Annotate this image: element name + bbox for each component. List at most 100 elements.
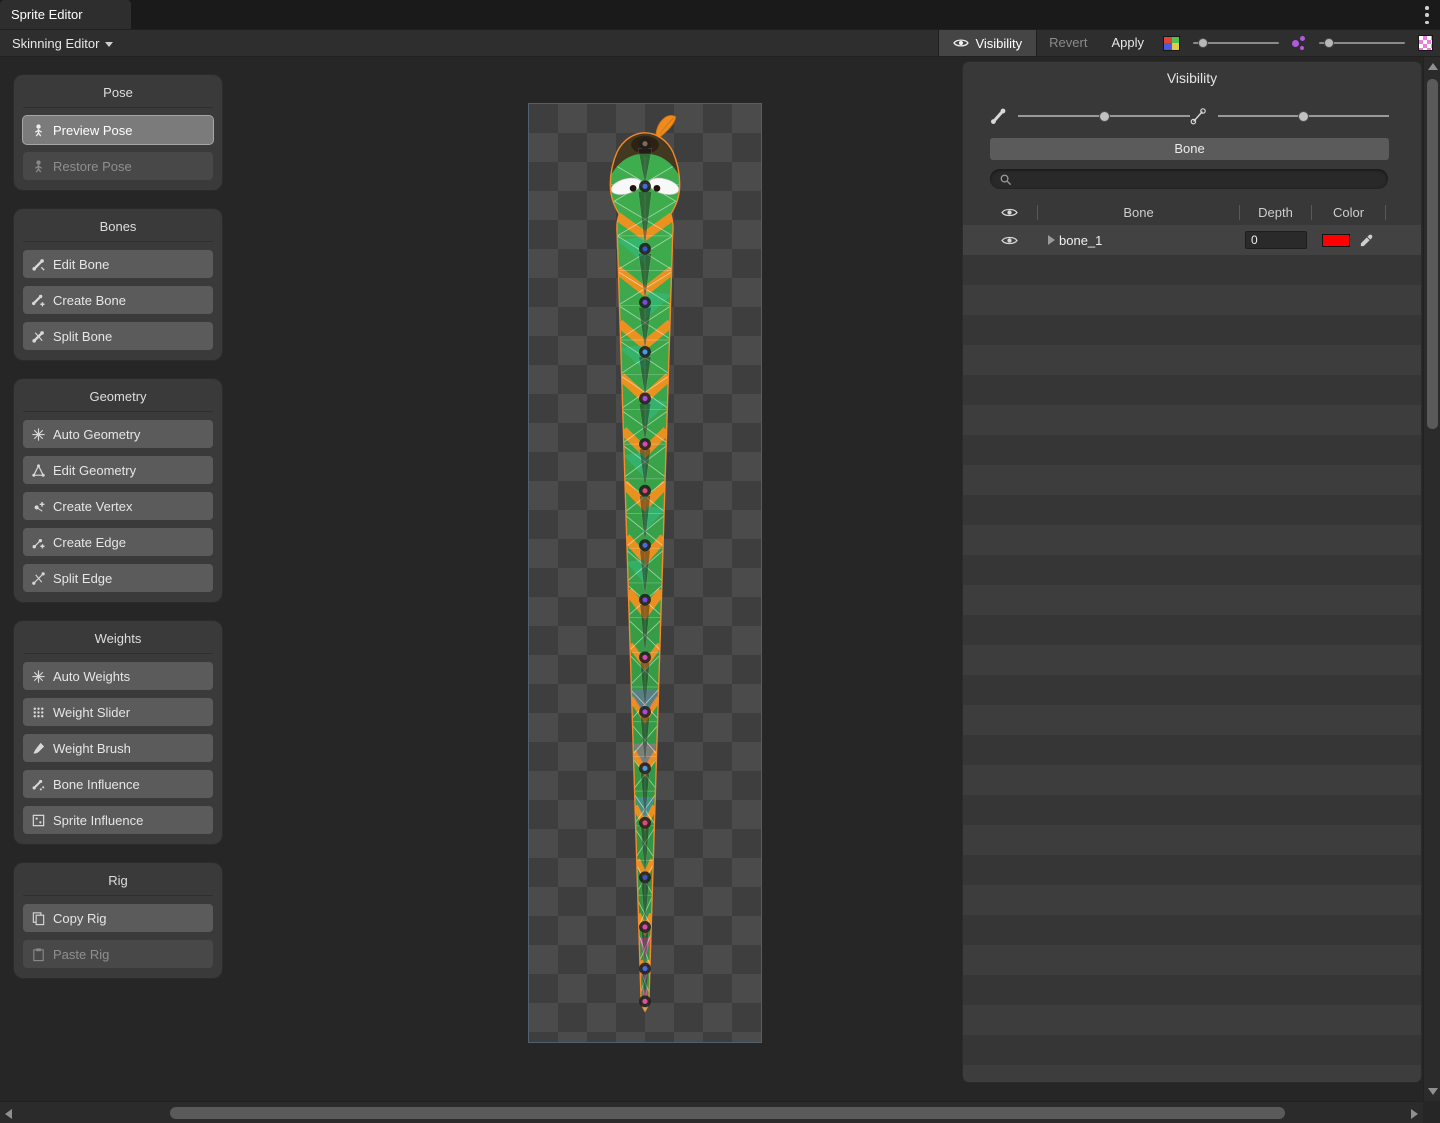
revert-button[interactable]: Revert	[1037, 30, 1099, 56]
auto-weights-icon	[31, 669, 46, 684]
panel-title: Geometry	[23, 384, 213, 412]
eye-icon	[953, 37, 969, 49]
slider-thumb[interactable]	[1324, 38, 1334, 48]
bone-table-header: Bone Depth Color	[963, 201, 1421, 223]
create-edge-icon	[31, 535, 46, 550]
vertical-scrollbar[interactable]	[1423, 57, 1440, 1101]
mesh-opacity-slider-panel[interactable]	[1218, 109, 1390, 123]
head-feather	[656, 115, 676, 137]
create-bone-icon	[31, 293, 46, 308]
search-input[interactable]	[1012, 169, 1379, 189]
auto-weights-button[interactable]: Auto Weights	[23, 662, 213, 690]
panel-title: Weights	[23, 626, 213, 654]
split-edge-icon	[31, 571, 46, 586]
bone-color-swatch[interactable]	[1322, 234, 1350, 247]
visibility-label: Visibility	[975, 36, 1022, 51]
sprite-editor-window: Sprite Editor Skinning Editor Visibility…	[0, 0, 1440, 1123]
visibility-panel: Visibility	[963, 62, 1421, 1082]
bone-filled-icon	[990, 107, 1008, 125]
auto-geometry-button[interactable]: Auto Geometry	[23, 420, 213, 448]
texture-preview-icon[interactable]	[1418, 35, 1433, 51]
bone-name: bone_1	[1059, 233, 1102, 248]
panel-bones: Bones Edit Bone Create Bone Split Bone	[14, 209, 222, 360]
scroll-left-arrow[interactable]	[5, 1109, 12, 1119]
mesh-opacity-slider[interactable]	[1319, 36, 1405, 50]
create-vertex-icon	[31, 499, 46, 514]
empty-row-stripes	[963, 255, 1421, 1082]
preview-pose-button[interactable]: Preview Pose	[23, 116, 213, 144]
row-expander-icon[interactable]	[1048, 235, 1055, 245]
panel-weights: Weights Auto Weights Weight Slider Weigh…	[14, 621, 222, 844]
skinning-editor-dropdown[interactable]: Skinning Editor	[6, 30, 119, 56]
bone-outline-icon	[1190, 107, 1208, 125]
bone-influence-button[interactable]: Bone Influence	[23, 770, 213, 798]
horizontal-scroll-thumb[interactable]	[170, 1107, 1285, 1119]
sprite-influence-button[interactable]: Sprite Influence	[23, 806, 213, 834]
apply-button[interactable]: Apply	[1099, 30, 1156, 56]
visibility-toggle-button[interactable]: Visibility	[938, 30, 1037, 56]
vertical-scroll-thumb[interactable]	[1427, 79, 1438, 429]
panel-title: Bones	[23, 214, 213, 242]
eyedropper-icon[interactable]	[1359, 233, 1374, 248]
bone-category-tab[interactable]: Bone	[990, 138, 1389, 160]
column-header-bone[interactable]: Bone	[1038, 205, 1240, 220]
bone-influence-icon	[31, 777, 46, 792]
create-edge-button[interactable]: Create Edge	[23, 528, 213, 556]
tool-panels: Pose Preview Pose Restore Pose Bones Edi…	[14, 75, 222, 997]
depth-input[interactable]	[1245, 231, 1307, 249]
tabbar: Sprite Editor	[0, 0, 1440, 29]
column-header-color[interactable]: Color	[1312, 205, 1386, 220]
bone-opacity-slider[interactable]	[1018, 109, 1190, 123]
paste-rig-button[interactable]: Paste Rig	[23, 940, 213, 968]
panel-rig: Rig Copy Rig Paste Rig	[14, 863, 222, 978]
edit-bone-icon	[31, 257, 46, 272]
visibility-column-eye-icon[interactable]	[1001, 206, 1018, 219]
color-grid-icon[interactable]	[1163, 36, 1180, 51]
restore-pose-button[interactable]: Restore Pose	[23, 152, 213, 180]
scroll-up-arrow[interactable]	[1428, 63, 1438, 70]
sprite-influence-icon	[31, 813, 46, 828]
create-bone-button[interactable]: Create Bone	[23, 286, 213, 314]
panel-title: Pose	[23, 80, 213, 108]
mode-label: Skinning Editor	[12, 36, 99, 51]
slider-thumb[interactable]	[1099, 111, 1110, 122]
panel-title: Rig	[23, 868, 213, 896]
scroll-down-arrow[interactable]	[1428, 1088, 1438, 1095]
edit-geometry-icon	[31, 463, 46, 478]
panel-pose: Pose Preview Pose Restore Pose	[14, 75, 222, 190]
create-vertex-button[interactable]: Create Vertex	[23, 492, 213, 520]
particle-icon[interactable]	[1292, 36, 1306, 50]
column-header-depth[interactable]: Depth	[1240, 205, 1312, 220]
slider-thumb[interactable]	[1198, 38, 1208, 48]
copy-rig-button[interactable]: Copy Rig	[23, 904, 213, 932]
scroll-right-arrow[interactable]	[1411, 1109, 1418, 1119]
edit-geometry-button[interactable]: Edit Geometry	[23, 456, 213, 484]
weight-brush-button[interactable]: Weight Brush	[23, 734, 213, 762]
weight-slider-button[interactable]: Weight Slider	[23, 698, 213, 726]
weight-slider-icon	[31, 705, 46, 720]
restore-pose-icon	[31, 159, 46, 174]
tab-title: Sprite Editor	[11, 7, 83, 22]
search-icon	[999, 173, 1012, 186]
row-eye-icon[interactable]	[1001, 234, 1018, 247]
rigged-sprite-mesh	[529, 104, 761, 1042]
visibility-panel-title: Visibility	[963, 70, 1421, 86]
bone-row[interactable]: bone_1	[963, 225, 1421, 255]
tab-sprite-editor[interactable]: Sprite Editor	[0, 0, 131, 29]
paste-rig-icon	[31, 947, 46, 962]
sprite-canvas[interactable]	[528, 103, 762, 1043]
kebab-menu-icon[interactable]	[1424, 6, 1430, 24]
sprite-opacity-slider[interactable]	[1193, 36, 1279, 50]
split-edge-button[interactable]: Split Edge	[23, 564, 213, 592]
horizontal-scrollbar[interactable]	[0, 1101, 1440, 1123]
preview-pose-icon	[31, 123, 46, 138]
edit-bone-button[interactable]: Edit Bone	[23, 250, 213, 278]
slider-thumb[interactable]	[1298, 111, 1309, 122]
split-bone-button[interactable]: Split Bone	[23, 322, 213, 350]
panel-geometry: Geometry Auto Geometry Edit Geometry Cre…	[14, 379, 222, 602]
chevron-down-icon	[105, 42, 113, 47]
copy-rig-icon	[31, 911, 46, 926]
split-bone-icon	[31, 329, 46, 344]
bone-search-box[interactable]	[990, 169, 1388, 189]
scrollbar-corner	[1423, 1101, 1440, 1123]
